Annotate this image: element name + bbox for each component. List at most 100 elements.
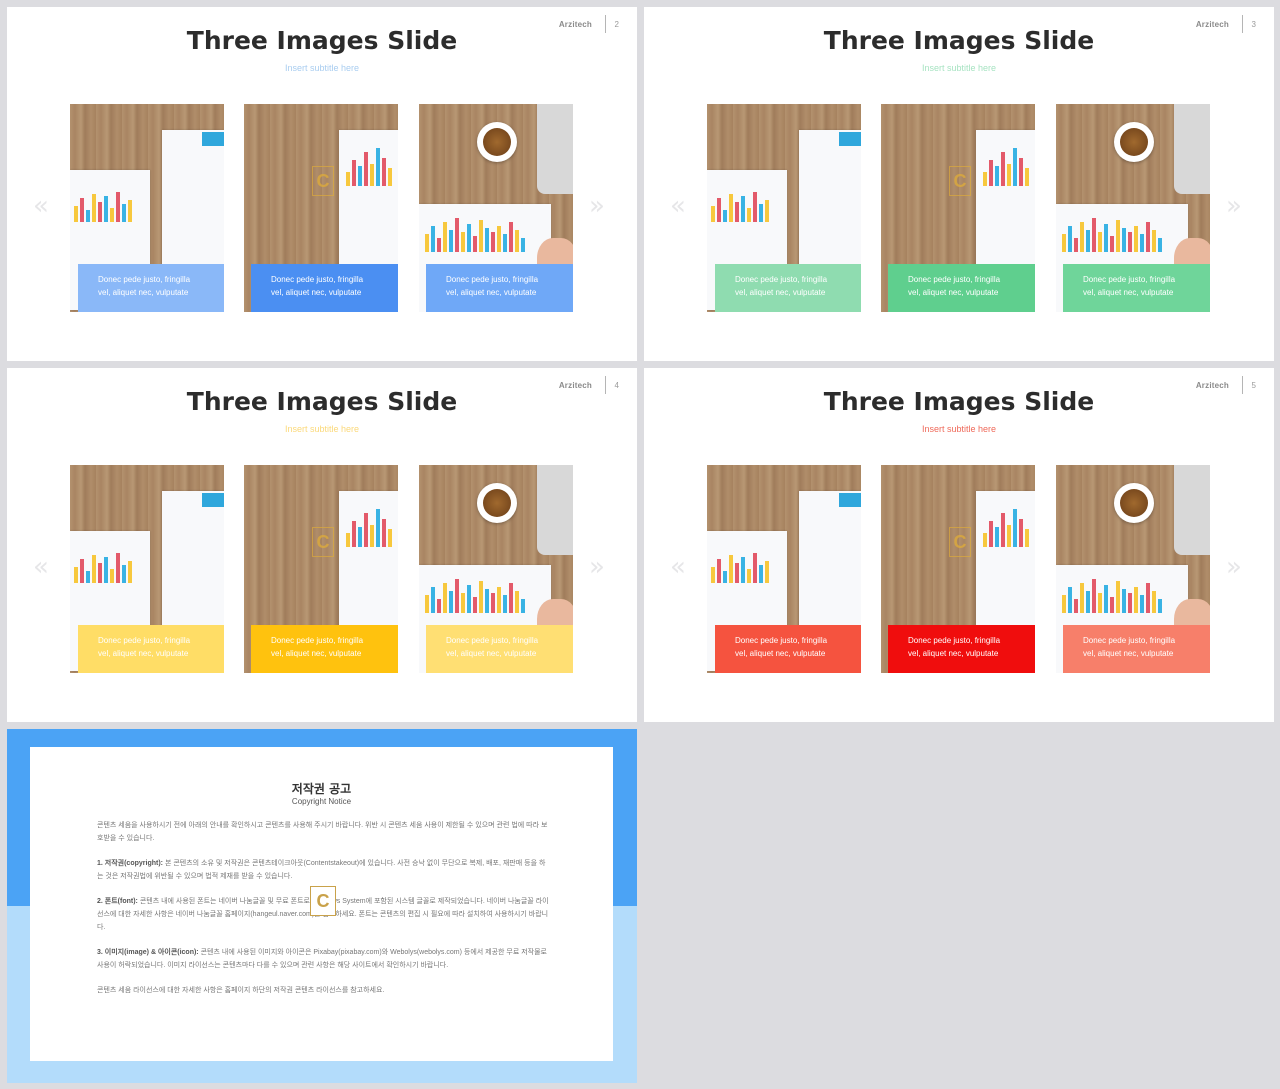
caption-line-1: Donec pede justo, fringilla	[271, 636, 364, 645]
slide-subtitle: Insert subtitle here	[921, 424, 997, 434]
caption-line-1: Donec pede justo, fringilla	[98, 636, 191, 645]
bar-chart-image	[74, 190, 132, 222]
caption-line-2: vel, aliquet nec, vulputate	[271, 288, 362, 297]
bar-chart-image	[425, 577, 525, 613]
image-card-3: Donec pede justo, fringilla vel, aliquet…	[419, 104, 573, 312]
bar-chart-image	[983, 146, 1029, 186]
caption-line-1: Donec pede justo, fringilla	[735, 636, 828, 645]
caption-line-2: vel, aliquet nec, vulputate	[1083, 649, 1174, 658]
chevron-double-left-icon: «	[670, 552, 686, 582]
caption-box: Donec pede justo, fringilla vel, aliquet…	[715, 264, 861, 312]
document-image	[162, 130, 224, 280]
chevron-double-right-icon: »	[1226, 552, 1242, 582]
copyright-slide[interactable]: 저작권 공고 Copyright Notice 콘텐츠 세움을 사용하시기 전에…	[7, 729, 637, 1083]
document-header-image	[839, 132, 861, 146]
caption-line-2: vel, aliquet nec, vulputate	[1083, 288, 1174, 297]
chevron-double-left-icon: «	[670, 191, 686, 221]
caption-box: Donec pede justo, fringilla vel, aliquet…	[888, 264, 1035, 312]
caption-line-1: Donec pede justo, fringilla	[735, 275, 828, 284]
chevron-double-left-icon: «	[33, 552, 49, 582]
logo-watermark-icon: C	[949, 527, 971, 557]
image-card-2: C Donec pede justo, fringilla vel, aliqu…	[881, 104, 1035, 312]
image-card-2: C Donec pede justo, fringilla vel, aliqu…	[244, 104, 398, 312]
image-card-3: Donec pede justo, fringilla vel, aliquet…	[1056, 104, 1210, 312]
caption-line-2: vel, aliquet nec, vulputate	[735, 649, 826, 658]
slide-title: Three Images Slide	[186, 387, 458, 416]
laptop-image	[1174, 104, 1210, 194]
caption-line-2: vel, aliquet nec, vulputate	[908, 288, 999, 297]
caption-line-1: Donec pede justo, fringilla	[908, 275, 1001, 284]
coffee-cup-image	[477, 483, 517, 523]
slide-thumbnail[interactable]: Arzitech 2 Three Images Slide Insert sub…	[7, 7, 637, 361]
notice-subtitle: Copyright Notice	[291, 797, 352, 806]
image-card-2: C Donec pede justo, fringilla vel, aliqu…	[244, 465, 398, 673]
image-card-1: Donec pede justo, fringilla vel, aliquet…	[70, 104, 224, 312]
bar-chart-image	[983, 507, 1029, 547]
bar-chart-image	[1062, 216, 1162, 252]
notice-section-copyright: 1. 저작권(copyright): 본 콘텐츠의 소유 및 저작권은 콘텐츠테…	[97, 857, 551, 883]
document-image	[799, 491, 861, 641]
image-card-3: Donec pede justo, fringilla vel, aliquet…	[419, 465, 573, 673]
caption-line-2: vel, aliquet nec, vulputate	[446, 649, 537, 658]
caption-box: Donec pede justo, fringilla vel, aliquet…	[1063, 625, 1210, 673]
chevron-double-right-icon: »	[1226, 191, 1242, 221]
caption-line-2: vel, aliquet nec, vulputate	[98, 288, 189, 297]
caption-line-2: vel, aliquet nec, vulputate	[735, 288, 826, 297]
caption-box: Donec pede justo, fringilla vel, aliquet…	[78, 625, 224, 673]
chevron-double-right-icon: »	[589, 552, 605, 582]
slide-thumbnail[interactable]: Arzitech 3 Three Images Slide Insert sub…	[644, 7, 1274, 361]
logo-icon: C	[310, 886, 336, 916]
caption-line-1: Donec pede justo, fringilla	[98, 275, 191, 284]
caption-line-2: vel, aliquet nec, vulputate	[446, 288, 537, 297]
laptop-image	[537, 465, 573, 555]
chevron-double-left-icon: «	[33, 191, 49, 221]
notice-title: 저작권 공고	[291, 782, 352, 796]
coffee-cup-image	[1114, 483, 1154, 523]
document-image	[162, 491, 224, 641]
section-heading: 2. 폰트(font):	[97, 898, 138, 905]
notice-footer: 콘텐츠 세움 라이선스에 대한 자세한 사항은 홈페이지 하단의 저작권 콘텐츠…	[97, 987, 385, 994]
bar-chart-image	[1062, 577, 1162, 613]
logo-watermark-icon: C	[312, 527, 334, 557]
chevron-double-right-icon: »	[589, 191, 605, 221]
copyright-notice-panel: 저작권 공고 Copyright Notice 콘텐츠 세움을 사용하시기 전에…	[30, 747, 613, 1061]
image-card-2: C Donec pede justo, fringilla vel, aliqu…	[881, 465, 1035, 673]
notice-intro: 콘텐츠 세움을 사용하시기 전에 아래의 안내를 확인하시고 콘텐츠를 사용해 …	[97, 822, 548, 842]
caption-line-1: Donec pede justo, fringilla	[1083, 636, 1176, 645]
caption-box: Donec pede justo, fringilla vel, aliquet…	[715, 625, 861, 673]
document-image	[799, 130, 861, 280]
laptop-image	[1174, 465, 1210, 555]
slide-subtitle: Insert subtitle here	[921, 63, 997, 73]
slide-title: Three Images Slide	[823, 387, 1095, 416]
coffee-cup-image	[477, 122, 517, 162]
section-heading: 3. 이미지(image) & 아이콘(icon):	[97, 949, 199, 956]
caption-box: Donec pede justo, fringilla vel, aliquet…	[888, 625, 1035, 673]
bar-chart-image	[711, 190, 769, 222]
caption-box: Donec pede justo, fringilla vel, aliquet…	[426, 625, 573, 673]
document-header-image	[839, 493, 861, 507]
bar-chart-image	[425, 216, 525, 252]
slide-subtitle: Insert subtitle here	[284, 424, 360, 434]
caption-line-1: Donec pede justo, fringilla	[446, 636, 539, 645]
image-card-1: Donec pede justo, fringilla vel, aliquet…	[707, 465, 861, 673]
bar-chart-image	[74, 551, 132, 583]
image-card-3: Donec pede justo, fringilla vel, aliquet…	[1056, 465, 1210, 673]
logo-watermark-icon: C	[312, 166, 334, 196]
image-card-1: Donec pede justo, fringilla vel, aliquet…	[707, 104, 861, 312]
laptop-image	[537, 104, 573, 194]
caption-box: Donec pede justo, fringilla vel, aliquet…	[1063, 264, 1210, 312]
slide-subtitle: Insert subtitle here	[284, 63, 360, 73]
bar-chart-image	[346, 146, 392, 186]
slide-thumbnail[interactable]: Arzitech 5 Three Images Slide Insert sub…	[644, 368, 1274, 722]
caption-line-2: vel, aliquet nec, vulputate	[98, 649, 189, 658]
caption-box: Donec pede justo, fringilla vel, aliquet…	[251, 625, 398, 673]
document-header-image	[202, 132, 224, 146]
caption-box: Donec pede justo, fringilla vel, aliquet…	[426, 264, 573, 312]
slide-thumbnail[interactable]: Arzitech 4 Three Images Slide Insert sub…	[7, 368, 637, 722]
slide-title: Three Images Slide	[823, 26, 1095, 55]
logo-watermark-icon: C	[949, 166, 971, 196]
caption-line-1: Donec pede justo, fringilla	[1083, 275, 1176, 284]
coffee-cup-image	[1114, 122, 1154, 162]
section-heading: 1. 저작권(copyright):	[97, 860, 163, 867]
image-card-1: Donec pede justo, fringilla vel, aliquet…	[70, 465, 224, 673]
